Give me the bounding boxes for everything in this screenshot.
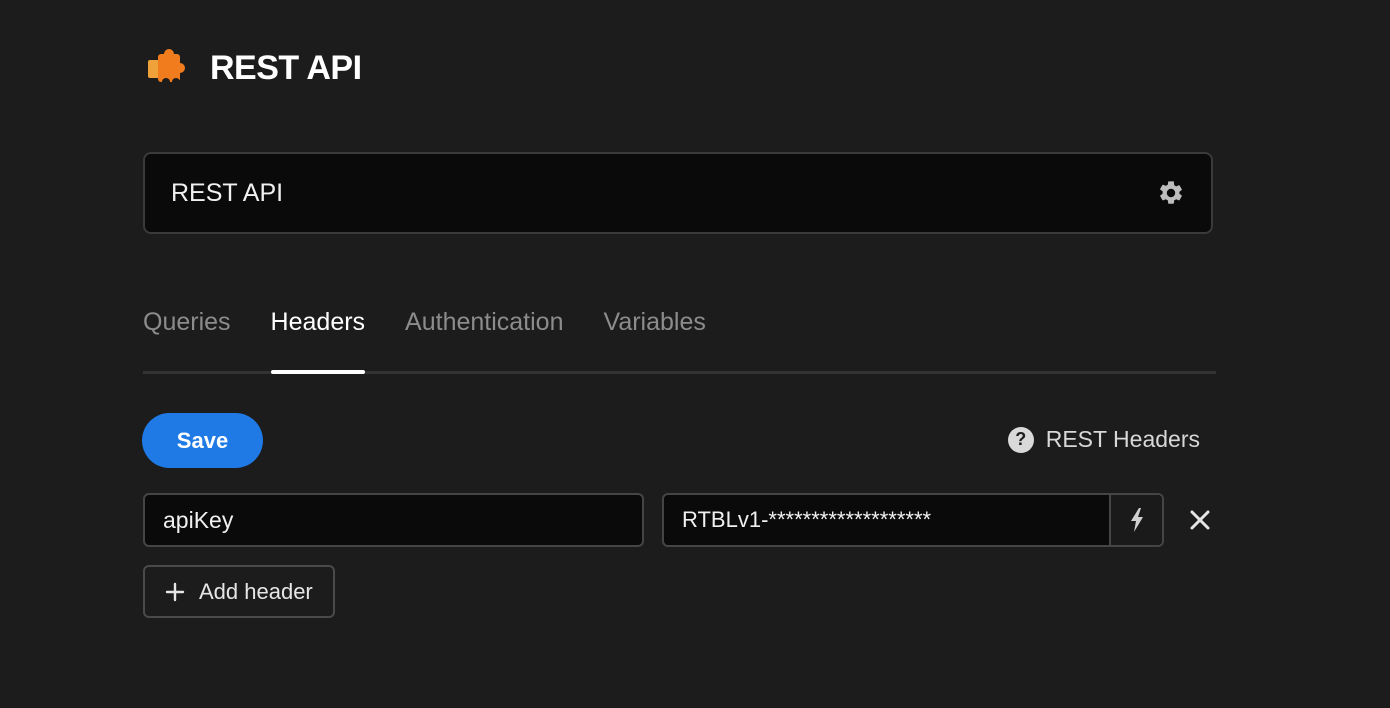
header-row bbox=[143, 493, 1214, 547]
add-header-label: Add header bbox=[199, 578, 313, 604]
header-value-input[interactable] bbox=[664, 495, 1109, 545]
tab-queries[interactable]: Queries bbox=[143, 296, 231, 371]
connector-name-value: REST API bbox=[171, 178, 284, 207]
rest-api-settings-page: REST API REST API Queries Headers Authen… bbox=[0, 0, 1390, 708]
tab-variables[interactable]: Variables bbox=[604, 296, 706, 371]
page-title: REST API bbox=[210, 48, 362, 87]
save-button[interactable]: Save bbox=[142, 413, 263, 468]
connector-name-field[interactable]: REST API bbox=[143, 152, 1213, 234]
rest-headers-help-link[interactable]: ? REST Headers bbox=[1007, 426, 1200, 453]
gear-icon[interactable] bbox=[1157, 179, 1185, 207]
header-value-group bbox=[662, 493, 1164, 547]
remove-header-button[interactable] bbox=[1186, 506, 1214, 534]
page-header: REST API bbox=[146, 48, 362, 88]
tab-bar: Queries Headers Authentication Variables bbox=[143, 296, 1216, 374]
dynamic-value-button[interactable] bbox=[1109, 495, 1162, 545]
question-circle-icon: ? bbox=[1007, 426, 1034, 453]
rest-headers-help-label: REST Headers bbox=[1045, 426, 1200, 452]
lightning-bolt-icon bbox=[1130, 508, 1143, 532]
puzzle-piece-icon bbox=[148, 49, 185, 86]
plus-icon bbox=[165, 582, 185, 601]
add-header-button[interactable]: Add header bbox=[143, 565, 335, 618]
tab-authentication[interactable]: Authentication bbox=[405, 296, 563, 371]
header-key-input[interactable] bbox=[143, 493, 644, 547]
tab-headers[interactable]: Headers bbox=[270, 296, 365, 374]
close-icon bbox=[1190, 510, 1210, 530]
